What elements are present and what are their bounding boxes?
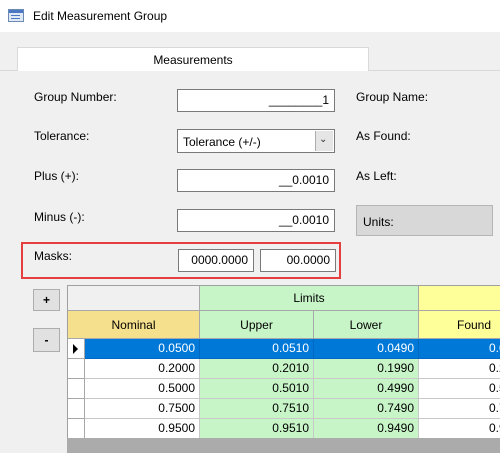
plus-label: Plus (+): — [34, 169, 80, 183]
group-number-field[interactable]: ________1 — [177, 89, 335, 112]
plus-field[interactable]: __0.0010 — [177, 169, 335, 192]
nominal-cell[interactable]: 0.5000 — [85, 379, 200, 399]
nominal-cell[interactable]: 0.2000 — [85, 359, 200, 379]
upper-cell[interactable]: 0.2010 — [200, 359, 314, 379]
upper-cell[interactable]: 0.7510 — [200, 399, 314, 419]
row-header[interactable] — [68, 339, 85, 359]
nominal-cell[interactable]: 0.7500 — [85, 399, 200, 419]
found-cell[interactable]: 0.0 — [419, 339, 500, 359]
nominal-column-header[interactable]: Nominal — [68, 311, 200, 339]
row-header[interactable] — [68, 379, 85, 399]
upper-cell[interactable]: 0.9510 — [200, 419, 314, 438]
found-cell[interactable]: 0.2 — [419, 359, 500, 379]
grid-corner-header — [68, 286, 200, 311]
as-found-label: As Found: — [356, 129, 411, 143]
row-header[interactable] — [68, 399, 85, 419]
found-column-header[interactable]: Found — [419, 311, 500, 339]
current-row-arrow-icon — [73, 344, 78, 354]
window-title: Edit Measurement Group — [33, 9, 168, 23]
grid-empty-area — [67, 438, 500, 453]
group-name-label: Group Name: — [356, 90, 429, 104]
tolerance-select[interactable]: Tolerance (+/-) ⌄ — [177, 129, 335, 153]
row-header[interactable] — [68, 359, 85, 379]
upper-column-header[interactable]: Upper — [200, 311, 314, 339]
found-cell[interactable]: 0.5 — [419, 379, 500, 399]
add-row-button[interactable]: + — [33, 289, 60, 311]
lower-cell[interactable]: 0.4990 — [314, 379, 419, 399]
as-left-label: As Left: — [356, 169, 397, 183]
lower-cell[interactable]: 0.7490 — [314, 399, 419, 419]
minus-label: Minus (-): — [34, 210, 85, 224]
tolerance-label: Tolerance: — [34, 129, 90, 143]
tolerance-value: Tolerance (+/-) — [183, 135, 261, 149]
masks-label: Masks: — [34, 249, 73, 263]
units-box: Units: — [356, 205, 493, 236]
nominal-cell[interactable]: 0.9500 — [85, 419, 200, 438]
chevron-down-icon[interactable]: ⌄ — [315, 131, 333, 151]
found-cell[interactable]: 0.7 — [419, 399, 500, 419]
limits-group-header: Limits — [200, 286, 419, 311]
lower-cell[interactable]: 0.0490 — [314, 339, 419, 359]
lower-cell[interactable]: 0.1990 — [314, 359, 419, 379]
title-bar: Edit Measurement Group — [0, 0, 500, 32]
mask1-field[interactable]: 0000.0000 — [178, 249, 254, 272]
upper-cell[interactable]: 0.5010 — [200, 379, 314, 399]
mask2-field[interactable]: 00.0000 — [260, 249, 336, 272]
app-icon — [8, 9, 24, 22]
lower-cell[interactable]: 0.9490 — [314, 419, 419, 438]
units-label: Units: — [363, 215, 394, 229]
found-group-header — [419, 286, 500, 311]
group-number-label: Group Number: — [34, 90, 117, 104]
remove-row-button[interactable]: - — [33, 328, 60, 352]
nominal-cell[interactable]: 0.0500 — [85, 339, 200, 359]
lower-column-header[interactable]: Lower — [314, 311, 419, 339]
measurements-grid: Limits Nominal Upper Lower Found 0.0500 0… — [67, 285, 500, 438]
upper-cell[interactable]: 0.0510 — [200, 339, 314, 359]
minus-field[interactable]: __0.0010 — [177, 209, 335, 232]
tab-measurements[interactable]: Measurements — [17, 47, 369, 71]
found-cell[interactable]: 0.9 — [419, 419, 500, 438]
row-header[interactable] — [68, 419, 85, 438]
